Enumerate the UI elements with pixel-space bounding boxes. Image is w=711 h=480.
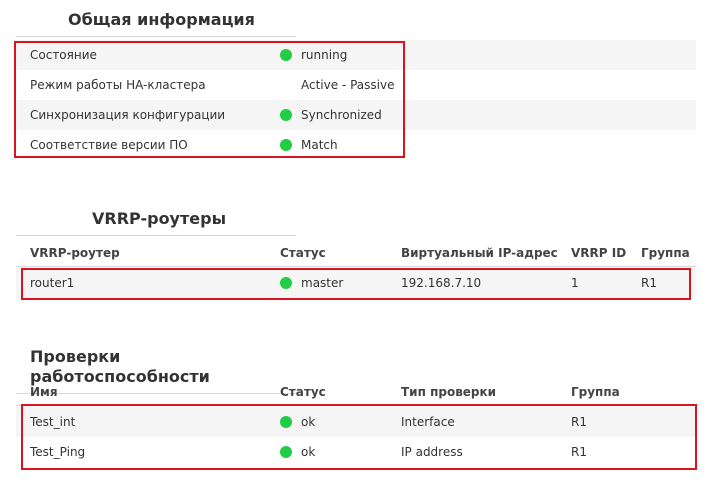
- vrrp-title: VRRP-роутеры: [16, 209, 296, 236]
- highlight-box-general: [14, 41, 405, 158]
- col-header-name: Имя: [30, 385, 58, 399]
- health-checks-title: Проверки работоспособности: [16, 347, 296, 394]
- col-header-status: Статус: [280, 246, 326, 260]
- col-header-group: Группа: [571, 385, 620, 399]
- col-header-vrrp-id: VRRP ID: [571, 246, 627, 260]
- col-header-virtual-ip: Виртуальный IP-адрес: [401, 246, 558, 260]
- highlight-box-vrrp: [21, 268, 691, 300]
- general-info-title: Общая информация: [16, 10, 296, 37]
- col-header-status: Статус: [280, 385, 326, 399]
- col-header-group: Группа: [641, 246, 690, 260]
- vrrp-header-divider: [16, 266, 696, 267]
- col-header-check-type: Тип проверки: [401, 385, 497, 399]
- col-header-vrrp-router: VRRP-роутер: [30, 246, 120, 260]
- highlight-box-health: [21, 404, 697, 470]
